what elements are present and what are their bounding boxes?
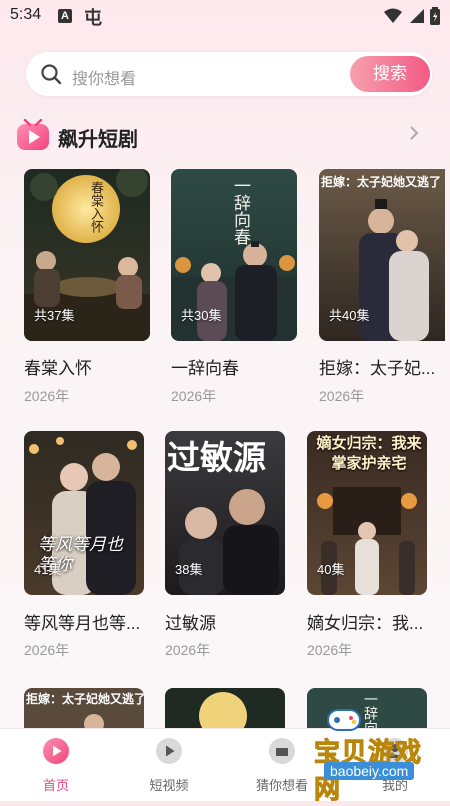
site-watermark: 宝贝游戏网 baobeiy.com — [290, 704, 440, 805]
episode-count: 共30集 — [181, 308, 222, 323]
drama-card[interactable]: 嫡女归宗：我来掌家护亲宅 40集 嫡女归宗：我... 2026年 — [307, 431, 427, 667]
drama-title: 过敏源 — [165, 614, 216, 633]
poster-title-text: 嫡女归宗：我来掌家护亲宅 — [316, 434, 422, 472]
drama-year: 2026年 — [165, 642, 211, 658]
signal-icon — [410, 9, 424, 23]
episode-count: 41集 — [34, 562, 62, 577]
search-icon — [41, 64, 62, 85]
gamepad-icon — [327, 709, 361, 731]
watermark-url: baobeiy.com — [324, 762, 415, 780]
drama-year: 2026年 — [319, 388, 365, 404]
status-time: 5:34 — [10, 6, 42, 23]
short-video-icon — [156, 738, 182, 764]
tab-short-video[interactable]: 短视频 — [124, 737, 214, 797]
drama-card[interactable] — [165, 688, 285, 728]
search-bar[interactable]: 搜你想看 搜索 — [26, 52, 432, 96]
drama-card[interactable]: 等风等月也等你 41集 等风等月也等... 2026年 — [24, 431, 144, 667]
episode-count: 共37集 — [34, 308, 75, 323]
notification-app-icon: 屯 — [84, 8, 102, 28]
drama-card[interactable]: 拒嫁：太子妃她又逃了 — [24, 688, 144, 728]
poster-image — [165, 688, 285, 728]
search-button[interactable]: 搜索 — [350, 56, 430, 92]
drama-year: 2026年 — [307, 642, 353, 658]
poster-title-text: 拒嫁：太子妃她又逃了 — [321, 175, 442, 189]
status-indicators — [384, 7, 440, 25]
tab-home[interactable]: 首页 — [11, 737, 101, 797]
episode-count: 共40集 — [329, 308, 370, 323]
drama-title: 拒嫁：太子妃... — [319, 359, 436, 378]
poster-title-text: 春棠入怀 — [88, 181, 103, 233]
tab-label: 首页 — [42, 778, 69, 793]
drama-title: 嫡女归宗：我... — [307, 614, 424, 633]
section-title: 飙升短剧 — [58, 129, 138, 151]
battery-icon — [430, 7, 440, 25]
poster-image: 拒嫁：太子妃她又逃了 — [24, 688, 144, 728]
drama-year: 2026年 — [24, 388, 70, 404]
drama-card[interactable]: 春棠入怀 共37集 春棠入怀 2026年 — [24, 169, 150, 409]
tab-label: 短视频 — [149, 778, 189, 793]
drama-title: 等风等月也等... — [24, 614, 141, 633]
status-bar: 5:34 A 屯 — [0, 0, 450, 32]
notification-a-icon: A — [58, 9, 72, 23]
drama-year: 2026年 — [171, 388, 217, 404]
poster-title-text: 过敏源 — [167, 439, 266, 476]
wifi-icon — [384, 8, 402, 23]
home-play-icon — [43, 738, 69, 764]
search-input[interactable]: 搜你想看 — [72, 65, 136, 89]
poster-title-text: 拒嫁：太子妃她又逃了 — [26, 692, 144, 706]
chevron-right-icon[interactable] — [404, 123, 424, 143]
poster-title-text: 一辞向春 — [230, 177, 250, 245]
episode-count: 40集 — [317, 562, 345, 577]
drama-card[interactable]: 一辞向春 共30集 一辞向春 2026年 — [171, 169, 297, 409]
drama-card[interactable]: 拒嫁：太子妃她又逃了 共40集 拒嫁：太子妃... 2026年 — [319, 169, 445, 409]
drama-logo-icon — [17, 119, 49, 150]
drama-card[interactable]: 过敏源 38集 过敏源 2026年 — [165, 431, 285, 667]
drama-title: 春棠入怀 — [24, 359, 92, 378]
section-header: 飙升短剧 — [16, 117, 436, 153]
drama-year: 2026年 — [24, 642, 70, 658]
drama-title: 一辞向春 — [171, 359, 239, 378]
episode-count: 38集 — [175, 562, 203, 577]
